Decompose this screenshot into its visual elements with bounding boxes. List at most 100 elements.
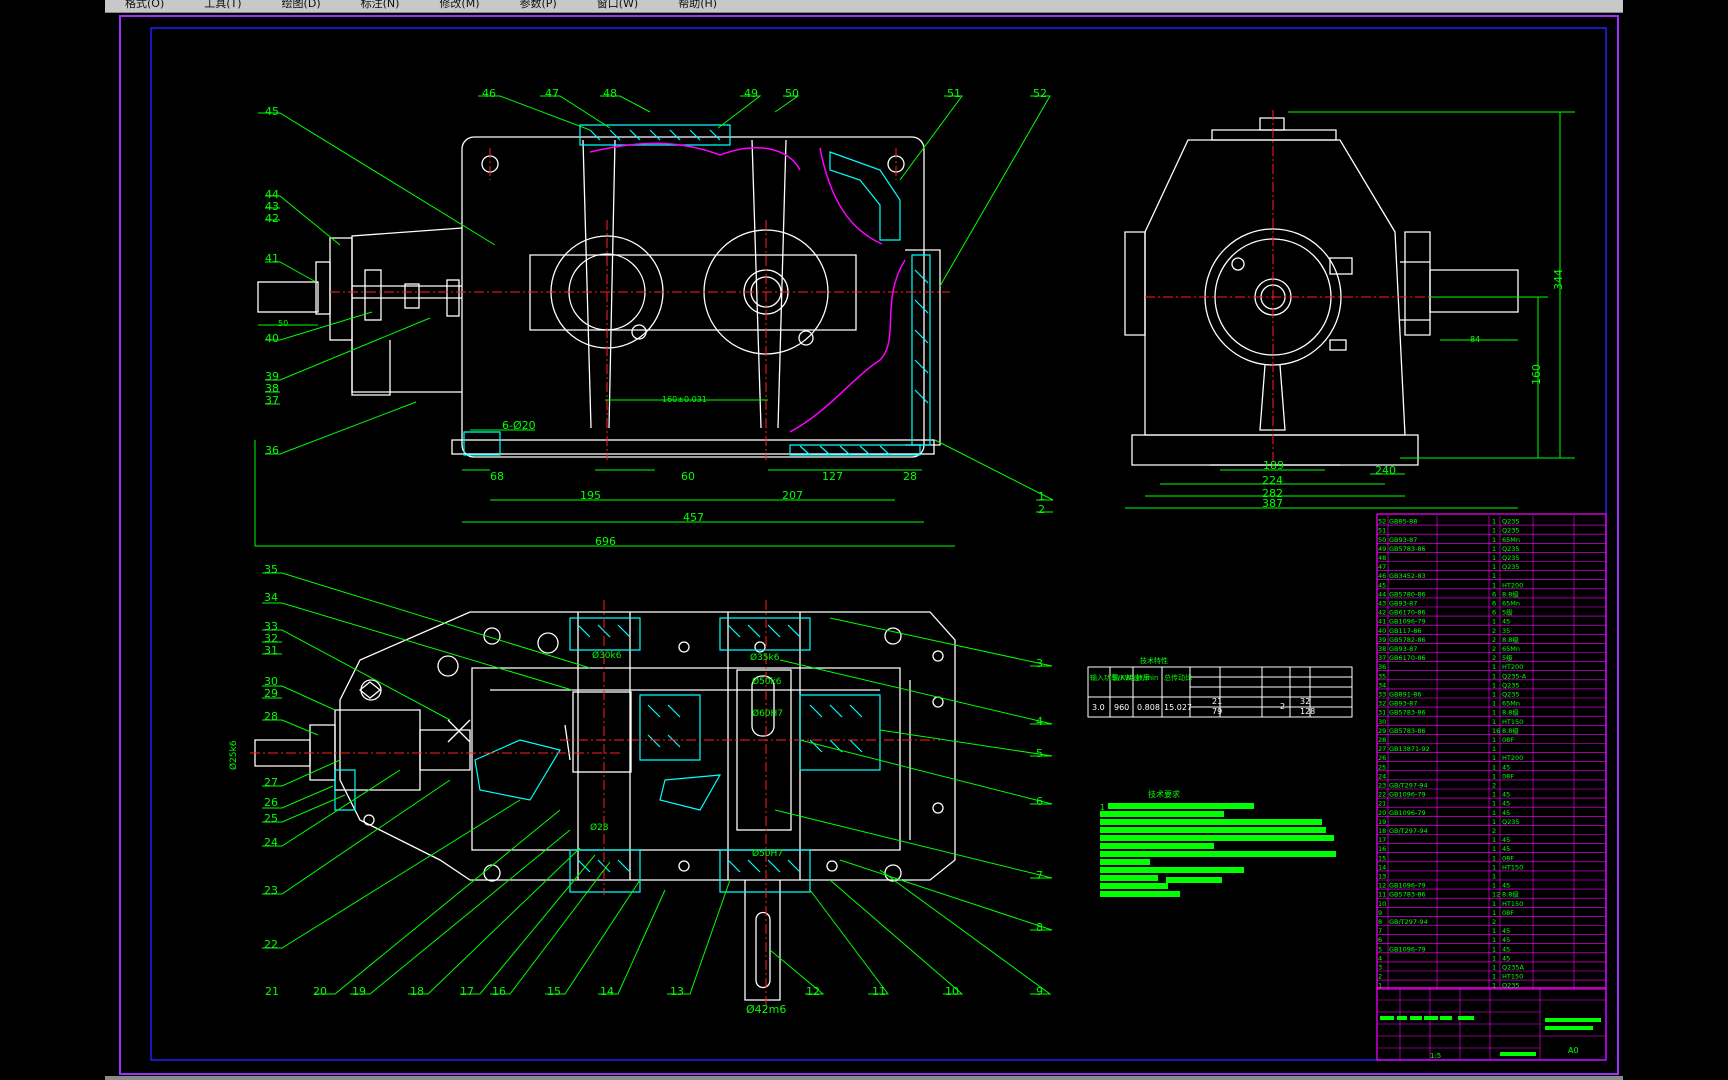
- bom-row-qty: 1: [1492, 909, 1496, 917]
- bom-row-code: GB/T297-94: [1389, 918, 1428, 926]
- bom-row-qty: 1: [1492, 618, 1496, 626]
- bom-row-qty: 1: [1492, 854, 1496, 862]
- label-47: 47: [545, 87, 559, 100]
- dim-60: 60: [681, 470, 695, 483]
- bom-row-material: 5级: [1502, 653, 1513, 662]
- side-view-centerlines: [1145, 110, 1530, 470]
- bom-row-qty: 1: [1492, 818, 1496, 826]
- bom-row-material: 65Mn: [1502, 536, 1520, 544]
- bom-row-code: GB1096-79: [1389, 618, 1426, 626]
- front-view-hatch: [463, 124, 931, 456]
- bom-row-no: 44: [1378, 590, 1386, 598]
- bom-row-material: 45: [1502, 927, 1510, 935]
- bom-row-qty: 1: [1492, 936, 1496, 944]
- label-45: 45: [265, 105, 279, 118]
- bom-row-material: 8.8级: [1502, 635, 1519, 644]
- bom-row-code: GB5782-86: [1389, 636, 1426, 644]
- bom-row-qty: 1: [1492, 927, 1496, 935]
- bom-row-code: GB5783-86: [1389, 545, 1426, 553]
- dim-68: 68: [490, 470, 504, 483]
- bom-row-material: Q235: [1502, 818, 1520, 826]
- bom-row-no: 29: [1378, 727, 1386, 735]
- param-z3: 32: [1300, 697, 1310, 706]
- bom-row-material: 8.8级: [1502, 726, 1519, 735]
- label-29: 29: [264, 687, 278, 700]
- bom-table: 52 GB85-88 1 Q23551 1 Q23550 GB93-87 1 65Mn49 GB5…: [1376, 513, 1607, 1061]
- bom-row-qty: 1: [1492, 563, 1496, 571]
- bom-row-qty: 1: [1492, 545, 1496, 553]
- bom-row-no: 35: [1378, 672, 1386, 680]
- bom-row-no: 30: [1378, 718, 1386, 726]
- bom-row-no: 26: [1378, 754, 1386, 762]
- front-view-break-lines: [589, 142, 906, 433]
- bom-row-qty: 1: [1492, 663, 1496, 671]
- label-5: 5: [1036, 747, 1043, 760]
- side-view-dim-text: 344 160 189 224 282 387 240 84: [1262, 269, 1565, 510]
- tech-req-index: 1: [1100, 803, 1105, 812]
- bom-row-material: HT200: [1502, 754, 1523, 762]
- bom-row-no: 10: [1378, 900, 1386, 908]
- label-52: 52: [1033, 87, 1047, 100]
- drawing-canvas[interactable]: 68 60 28 195 207 127 457 696 50 160±0.03…: [0, 0, 1728, 1080]
- bom-row-material: 45: [1502, 954, 1510, 962]
- label-8: 8: [1036, 921, 1043, 934]
- label-24: 24: [264, 836, 278, 849]
- bom-row-no: 51: [1378, 527, 1386, 535]
- param-speed-value: 960: [1114, 703, 1129, 712]
- bom-row-qty: 1: [1492, 518, 1496, 526]
- label-40: 40: [265, 332, 279, 345]
- bom-row-qty: 6: [1492, 590, 1496, 598]
- bom-row-no: 12: [1378, 882, 1386, 890]
- side-view: [1124, 117, 1519, 466]
- bom-row-no: 49: [1378, 545, 1386, 553]
- bom-row-qty: 1: [1492, 736, 1496, 744]
- bom-row-qty: 6: [1492, 609, 1496, 617]
- label-37: 37: [265, 394, 279, 407]
- bom-row-qty: 1: [1492, 572, 1496, 580]
- param-efficiency-value: 0.808: [1137, 703, 1160, 712]
- bom-row-no: 6: [1378, 936, 1382, 944]
- bom-row-material: HT150: [1502, 718, 1523, 726]
- bom-row-qty: 1: [1492, 954, 1496, 962]
- param-z2: 79: [1212, 707, 1222, 716]
- bom-row-no: 43: [1378, 600, 1386, 608]
- label-19: 19: [352, 985, 366, 998]
- bom-row-code: GB1096-79: [1389, 945, 1426, 953]
- bom-row-material: 45: [1502, 882, 1510, 890]
- bom-row-qty: 1: [1492, 700, 1496, 708]
- bom-row-no: 41: [1378, 618, 1386, 626]
- bom-row-code: GB93-87: [1389, 645, 1417, 653]
- bom-row-qty: 1: [1492, 836, 1496, 844]
- bom-row-no: 31: [1378, 709, 1386, 717]
- bom-row-no: 17: [1378, 836, 1386, 844]
- bom-row-code: GB1096-79: [1389, 882, 1426, 890]
- bom-row-code: GB6170-86: [1389, 609, 1426, 617]
- bom-row-no: 16: [1378, 845, 1386, 853]
- parameter-table: 技术特性 输入功率/KW 输入转速r/min 效率 总传动比 3.0 960 0…: [1087, 656, 1353, 718]
- bom-row-qty: 1: [1492, 800, 1496, 808]
- bom-row-code: GB13871-92: [1389, 745, 1430, 753]
- label-50: 50: [785, 87, 799, 100]
- bom-row-qty: 1: [1492, 691, 1496, 699]
- label-10: 10: [945, 985, 959, 998]
- bom-row-material: Q235: [1502, 527, 1520, 535]
- label-21: 21: [265, 985, 279, 998]
- label-13: 13: [670, 985, 684, 998]
- bom-row-qty: 2: [1492, 654, 1496, 662]
- dim-phi50h7: Ø50H7: [752, 848, 783, 859]
- bom-row-no: 23: [1378, 782, 1386, 790]
- bom-row-code: GB93-87: [1389, 700, 1417, 708]
- bom-row-material: 8.8级: [1502, 589, 1519, 598]
- dim-696: 696: [595, 535, 616, 548]
- dim-240: 240: [1375, 464, 1396, 477]
- title-block-sheet-no: A0: [1568, 1046, 1579, 1055]
- bom-row-no: 50: [1378, 536, 1386, 544]
- bom-row-qty: 2: [1492, 827, 1496, 835]
- bom-row-no: 37: [1378, 654, 1386, 662]
- bom-row-no: 2: [1378, 973, 1382, 981]
- dim-160-side: 160: [1530, 364, 1543, 385]
- label-18: 18: [410, 985, 424, 998]
- tech-req-text-lines: [1100, 803, 1336, 897]
- label-25: 25: [264, 812, 278, 825]
- label-15: 15: [547, 985, 561, 998]
